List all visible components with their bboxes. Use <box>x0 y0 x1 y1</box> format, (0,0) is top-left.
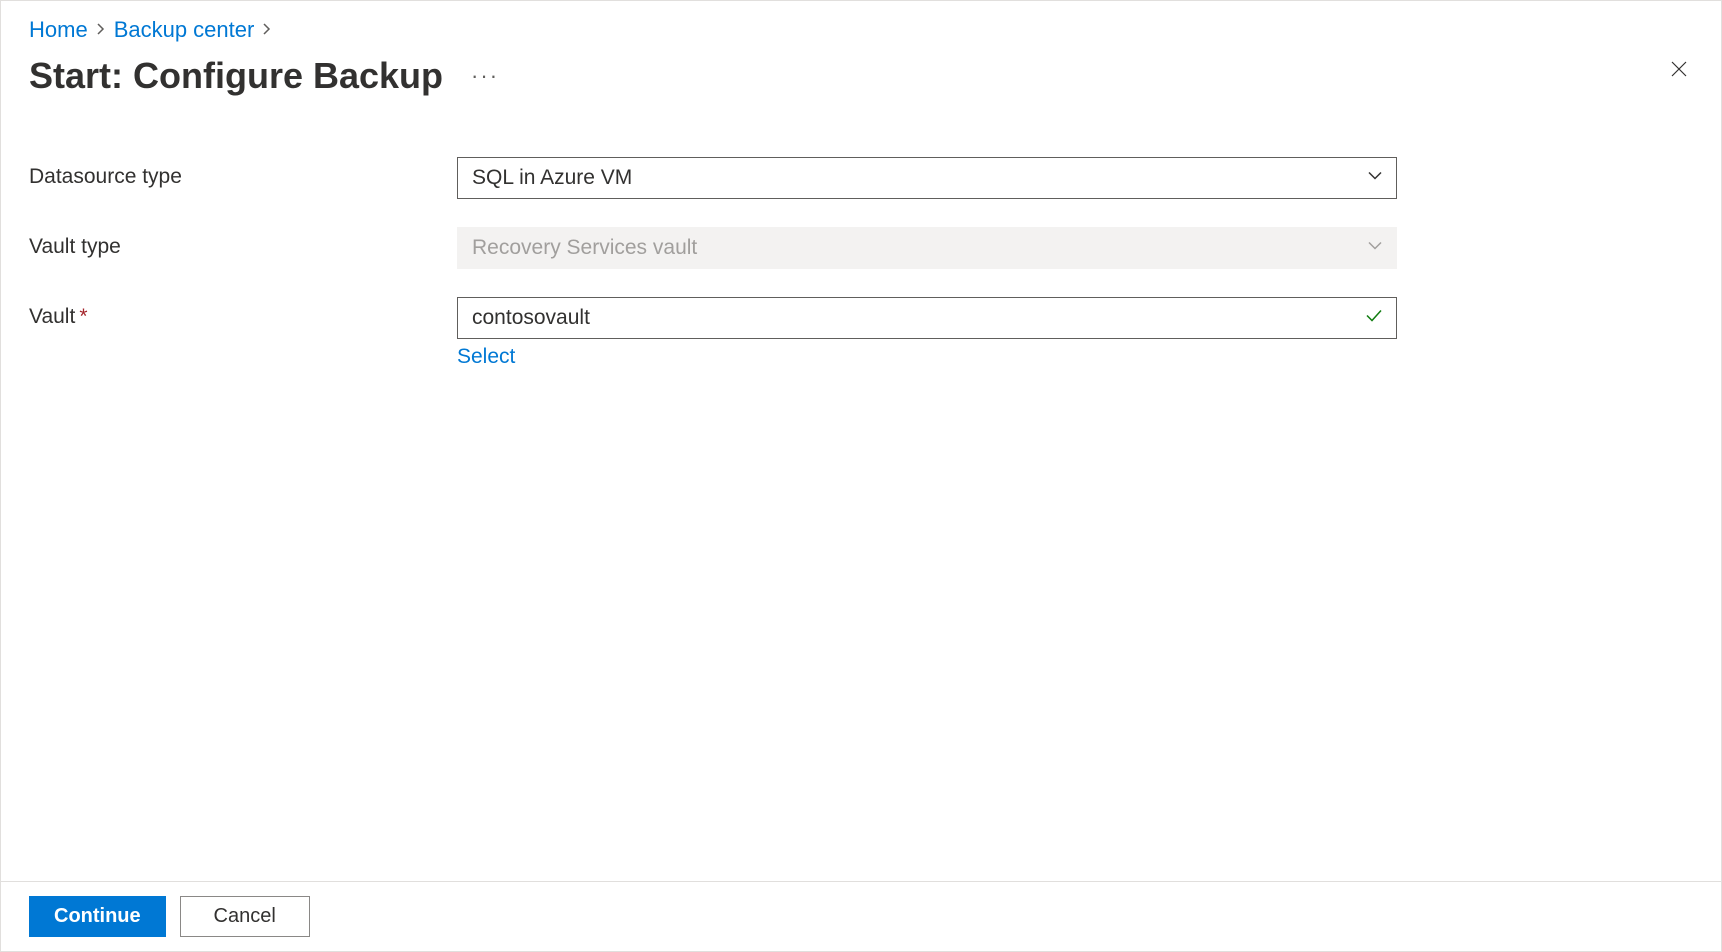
field-row-vault-type: Vault type Recovery Services vault <box>29 227 1693 269</box>
more-options-icon[interactable]: ··· <box>471 63 499 89</box>
close-button[interactable] <box>1665 51 1693 90</box>
vault-label: Vault* <box>29 297 457 329</box>
breadcrumb: Home Backup center <box>1 1 1721 51</box>
page-title: Start: Configure Backup <box>29 55 443 97</box>
vault-type-label: Vault type <box>29 227 457 259</box>
vault-input[interactable] <box>457 297 1397 339</box>
chevron-right-icon <box>262 20 272 41</box>
datasource-type-label: Datasource type <box>29 157 457 189</box>
vault-type-select: Recovery Services vault <box>457 227 1397 269</box>
title-row: Start: Configure Backup ··· <box>1 51 1721 125</box>
form-area: Datasource type SQL in Azure VM Vault ty… <box>1 125 1721 369</box>
field-row-vault: Vault* Select <box>29 297 1693 369</box>
chevron-right-icon <box>96 20 106 41</box>
breadcrumb-link-home[interactable]: Home <box>29 17 88 43</box>
field-row-datasource-type: Datasource type SQL in Azure VM <box>29 157 1693 199</box>
footer: Continue Cancel <box>1 881 1721 951</box>
vault-select-link[interactable]: Select <box>457 345 515 369</box>
breadcrumb-link-backup-center[interactable]: Backup center <box>114 17 255 43</box>
datasource-type-select[interactable]: SQL in Azure VM <box>457 157 1397 199</box>
cancel-button[interactable]: Cancel <box>180 896 310 937</box>
required-indicator: * <box>79 305 87 328</box>
continue-button[interactable]: Continue <box>29 896 166 937</box>
